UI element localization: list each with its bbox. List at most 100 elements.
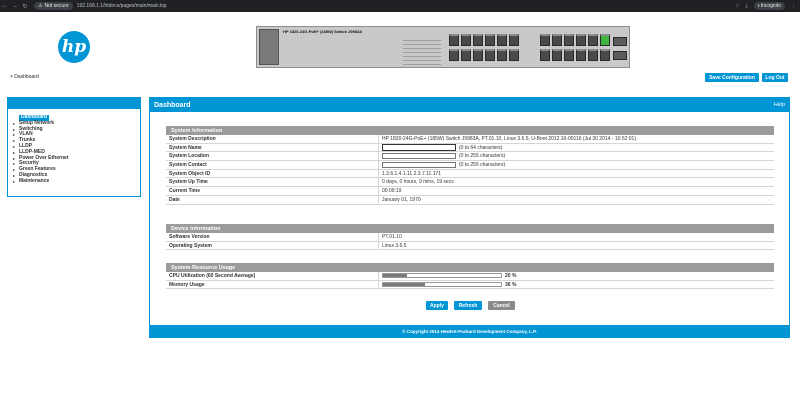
memory-usage-value: 36 % <box>505 281 517 288</box>
row-label: Operating System <box>166 241 379 250</box>
port[interactable] <box>485 34 495 46</box>
table-row: System Up Time 0 days, 0 hours, 9 mins, … <box>166 178 774 188</box>
resource-usage-section: System Resource Usage CPU Utilization (6… <box>166 263 774 290</box>
table-row: System Description HP 1820-24G-PoE+ (185… <box>166 135 774 144</box>
switch-model-label: HP 1820-24G-PoE+ (185W) Switch J9983A <box>283 29 363 34</box>
device-information-section: Device Information Software Version PT.0… <box>166 224 774 251</box>
port[interactable] <box>540 34 550 46</box>
table-row: Date January 01, 1970 <box>166 195 774 205</box>
menu-icon[interactable]: ⋮ <box>791 3 796 9</box>
row-label: System Up Time <box>166 178 379 187</box>
sidebar-item-label: Maintenance <box>19 177 50 184</box>
port[interactable] <box>576 49 586 61</box>
port[interactable] <box>540 49 550 61</box>
breadcrumb: > Dashboard <box>10 74 39 80</box>
table-row: System Name (0 to 64 characters) <box>166 143 774 153</box>
port[interactable] <box>449 34 459 46</box>
profile-label: Incognito <box>760 3 781 9</box>
page-title: Dashboard <box>154 101 191 109</box>
port[interactable] <box>552 49 562 61</box>
port[interactable] <box>600 49 610 61</box>
port[interactable] <box>497 34 507 46</box>
table-row: Software Version PT.01.10 <box>166 233 774 242</box>
operating-system-value: Linux 3.6.5 <box>382 242 407 249</box>
table-row: System Location (0 to 255 characters) <box>166 152 774 162</box>
table-row: Memory Usage 36 % <box>166 280 774 290</box>
sidebar-item-maintenance[interactable]: ▸ Maintenance <box>13 177 136 185</box>
row-label: System Location <box>166 152 379 161</box>
security-chip[interactable]: ⚠ Not secure <box>34 2 73 10</box>
bookmark-icon[interactable]: ☆ <box>735 3 739 9</box>
row-label: Software Version <box>166 233 379 241</box>
row-value: 36 % <box>379 282 516 288</box>
reload-icon[interactable]: ↻ <box>20 3 30 10</box>
address-bar[interactable]: 192.168.1.1/htdocs/pages/main/main.lsp <box>77 3 167 9</box>
port[interactable] <box>588 34 598 46</box>
save-configuration-button[interactable]: Save Configuration <box>705 73 759 82</box>
logout-button[interactable]: Log Out <box>762 73 788 82</box>
port-group-2 <box>540 34 610 61</box>
downloads-icon[interactable]: ⤓ <box>745 3 747 9</box>
refresh-button[interactable]: Refresh <box>454 301 482 310</box>
section-title: System Information <box>166 126 774 135</box>
copyright-footer: © Copyright 2014 Hewlett-Packard Develop… <box>150 325 789 337</box>
port[interactable] <box>485 49 495 61</box>
system-contact-input[interactable] <box>382 161 456 169</box>
forward-icon[interactable]: → <box>10 3 20 9</box>
port[interactable] <box>509 34 519 46</box>
browser-toolbar: ← → ↻ ⚠ Not secure 192.168.1.1/htdocs/pa… <box>0 0 800 12</box>
field-hint: (0 to 255 characters) <box>459 153 506 160</box>
port[interactable] <box>552 34 562 46</box>
row-label: Memory Usage <box>166 280 379 289</box>
cpu-usage-fill <box>383 274 407 278</box>
table-row: Current Time 00:09:19 <box>166 187 774 196</box>
port[interactable] <box>473 49 483 61</box>
port[interactable] <box>461 49 471 61</box>
switch-power-block <box>259 29 279 65</box>
system-uptime-value: 0 days, 0 hours, 9 mins, 19 secs <box>382 179 454 186</box>
row-label: System Contact <box>166 161 379 169</box>
system-name-input[interactable] <box>382 144 456 151</box>
row-value: 20 % <box>379 273 516 279</box>
software-version-value: PT.01.10 <box>382 233 402 240</box>
cpu-usage-value: 20 % <box>505 272 517 279</box>
field-hint: (0 to 255 characters) <box>459 161 506 168</box>
apply-button[interactable]: Apply <box>426 301 448 310</box>
table-row: System Object ID 1.3.6.1.4.1.11.2.3.7.11… <box>166 169 774 179</box>
system-description-value: HP 1820-24G-PoE+ (185W) Switch J9983A, P… <box>382 135 636 142</box>
hp-logo: hp <box>58 31 90 63</box>
section-title: System Resource Usage <box>166 263 774 272</box>
port[interactable] <box>461 34 471 46</box>
port[interactable] <box>564 34 574 46</box>
row-label: CPU Utilization (60 Second Average) <box>166 272 379 280</box>
row-value: (0 to 255 characters) <box>379 161 506 169</box>
panel-header: Dashboard Help <box>150 98 789 112</box>
port[interactable] <box>449 49 459 61</box>
cancel-button[interactable]: Cancel <box>488 301 515 310</box>
sfp-port[interactable] <box>613 51 627 60</box>
sfp-port[interactable] <box>613 37 627 46</box>
system-object-id-value: 1.3.6.1.4.1.11.2.3.7.11.171 <box>382 170 442 177</box>
port[interactable] <box>588 49 598 61</box>
current-time-value: 00:09:19 <box>382 187 402 194</box>
port[interactable] <box>509 49 519 61</box>
port[interactable] <box>564 49 574 61</box>
row-label: System Name <box>166 143 379 152</box>
dashboard-panel: Dashboard Help System Information System… <box>149 97 790 338</box>
port[interactable] <box>497 49 507 61</box>
port-group-1 <box>449 34 519 61</box>
row-label: System Object ID <box>166 169 379 178</box>
row-label: Date <box>166 195 379 204</box>
back-icon[interactable]: ← <box>0 3 10 9</box>
system-location-input[interactable] <box>382 152 456 160</box>
port-active[interactable] <box>600 34 610 46</box>
memory-usage-fill <box>383 283 426 287</box>
port[interactable] <box>576 34 586 46</box>
help-link[interactable]: Help <box>774 102 785 108</box>
profile-chip[interactable]: ◐ Incognito <box>753 2 785 10</box>
switch-status-leds <box>403 37 441 65</box>
row-label: Current Time <box>166 187 379 195</box>
switch-front-panel: HP 1820-24G-PoE+ (185W) Switch J9983A <box>256 26 630 68</box>
cpu-usage-bar <box>382 273 502 279</box>
port[interactable] <box>473 34 483 46</box>
